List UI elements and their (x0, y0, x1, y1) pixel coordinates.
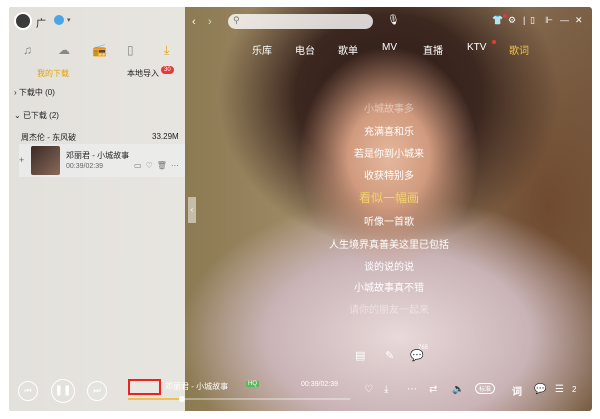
tab-lyrics[interactable]: 歌词 (509, 42, 529, 57)
forward-icon[interactable]: › (208, 16, 212, 28)
group-count: (2) (49, 111, 59, 120)
shirt-icon[interactable]: 👕 (492, 15, 503, 26)
mini-album-cover[interactable] (128, 379, 161, 395)
player-window: 广 ▾ ♫ ☁ 📻 ▯ ⤓ 我的下载 本地导入 30 › 下载中 (0) ⌄ 已… (9, 7, 592, 411)
lyrics-toggle[interactable]: 词 (512, 383, 522, 398)
cloud-icon[interactable]: ☁ (58, 41, 70, 59)
track-title[interactable]: 邓丽君 - 小城故事 (165, 381, 228, 392)
now-playing-item[interactable]: + 邓丽君 - 小城故事 00:39/02:39 ▭ ♡ 🗑 ⋯ (19, 144, 185, 177)
trash-icon[interactable]: 🗑 (157, 161, 167, 170)
lyric-line: 充满喜和乐 (364, 127, 414, 138)
queue-count: 2 (572, 385, 577, 394)
notification-dot (492, 40, 496, 44)
row-actions: ▭ ♡ 🗑 ⋯ (134, 161, 183, 170)
group-downloading[interactable]: › 下载中 (0) (14, 87, 55, 98)
list-item-title[interactable]: 周杰伦 - 东风破 (21, 132, 76, 143)
tab-ktv[interactable]: KTV (467, 42, 486, 53)
playlist-icon[interactable]: ☰ (555, 384, 564, 395)
add-icon[interactable]: + (19, 155, 24, 165)
comment-count: 765 (418, 345, 429, 351)
lyric-line: 若是你到小城来 (354, 149, 424, 160)
radio-icon[interactable]: 📻 (92, 41, 107, 59)
more-icon[interactable]: ⋯ (171, 161, 179, 170)
progress-bar[interactable] (128, 396, 350, 402)
list-item-size: 33.29M (152, 132, 179, 141)
lyric-line: 听像一首歌 (364, 217, 414, 228)
lyric-line: 收获特别多 (364, 171, 414, 182)
tab-live[interactable]: 直播 (423, 42, 443, 57)
group-label: 下载中 (18, 88, 43, 97)
heart-icon[interactable]: ♡ (364, 384, 373, 395)
search-icon: ⚲ (233, 15, 240, 25)
close-icon[interactable]: ✕ (575, 15, 583, 26)
tab-local-import[interactable]: 本地导入 (127, 68, 159, 79)
gear-icon[interactable]: ⚙ (508, 15, 516, 26)
progress-knob[interactable] (179, 396, 186, 402)
tab-my-downloads[interactable]: 我的下载 (37, 68, 69, 79)
previous-button[interactable]: ⏮ (18, 381, 38, 401)
lyric-line: 请你的朋友一起来 (349, 305, 429, 316)
more-icon[interactable]: ⋯ (407, 384, 417, 395)
device-icon[interactable]: ▯ (127, 41, 134, 59)
sound-quality-button[interactable]: 标准 (475, 383, 496, 394)
now-playing-title: 邓丽君 - 小城故事 (66, 151, 130, 160)
back-icon[interactable]: ‹ (192, 16, 196, 28)
album-cover (31, 146, 60, 175)
volume-icon[interactable]: 🔈 (452, 384, 464, 395)
lyric-panel-icon[interactable]: ▤ (355, 349, 365, 362)
lyric-line: 小城故事多 (364, 104, 414, 115)
notification-dot (503, 14, 507, 18)
search-input[interactable]: ⚲ (228, 14, 373, 29)
vip-diamond-icon[interactable] (54, 15, 64, 25)
lyric-line: 小城故事真不错 (354, 283, 424, 294)
brush-icon[interactable]: ✎ (385, 349, 394, 362)
mic-icon[interactable]: 🎙 (387, 15, 400, 26)
chevron-down-icon[interactable]: ▾ (67, 16, 71, 24)
pause-button[interactable]: ❚❚ (51, 379, 75, 403)
group-label: 已下载 (22, 111, 47, 120)
player-bar: ⏮ ❚❚ ⏭ 邓丽君 - 小城故事 HQ 00:39/02:39 ♡ ⤓ ⋯ ⇄… (9, 371, 592, 411)
pin-icon[interactable]: ⊩ (545, 15, 553, 26)
separator: | (523, 15, 526, 25)
download-icon[interactable]: ⤓ (384, 384, 388, 395)
panel-icon-tabs: ♫ ☁ 📻 ▯ ⤓ (9, 41, 185, 59)
folder-icon[interactable]: ▭ (134, 161, 142, 170)
lyric-line: 谈的说的说 (364, 262, 414, 273)
left-panel: 广 ▾ ♫ ☁ 📻 ▯ ⤓ 我的下载 本地导入 30 › 下载中 (0) ⌄ 已… (9, 7, 185, 411)
mini-mode-icon[interactable]: ▯ (530, 15, 535, 26)
group-count: (0) (45, 88, 55, 97)
tab-playlist[interactable]: 歌单 (338, 42, 358, 57)
music-note-icon[interactable]: ♫ (23, 41, 32, 59)
collapse-panel-handle[interactable]: ‹ (188, 197, 196, 223)
tab-library[interactable]: 乐库 (252, 42, 272, 57)
username[interactable]: 广 (36, 15, 46, 30)
lyric-line-current: 看似一幅画 (358, 191, 419, 205)
progress-fill (128, 398, 183, 400)
lyric-line: 人生境界真善美这里已包括 (329, 240, 449, 251)
next-button[interactable]: ⏭ (87, 381, 107, 401)
loop-icon[interactable]: ⇄ (429, 384, 437, 395)
tab-mv[interactable]: MV (382, 42, 397, 53)
import-count-badge: 30 (161, 66, 174, 74)
minimize-icon[interactable]: — (560, 15, 569, 25)
now-playing-time: 00:39/02:39 (66, 163, 103, 170)
heart-icon[interactable]: ♡ (146, 161, 153, 170)
quality-badge: HQ (246, 381, 259, 387)
comment-icon[interactable]: 💬 (534, 384, 546, 395)
avatar[interactable] (14, 12, 32, 30)
tab-radio[interactable]: 电台 (295, 42, 315, 57)
download-icon[interactable]: ⤓ (164, 41, 169, 59)
group-downloaded[interactable]: ⌄ 已下载 (2) (14, 110, 59, 121)
track-time: 00:39/02:39 (301, 381, 338, 388)
